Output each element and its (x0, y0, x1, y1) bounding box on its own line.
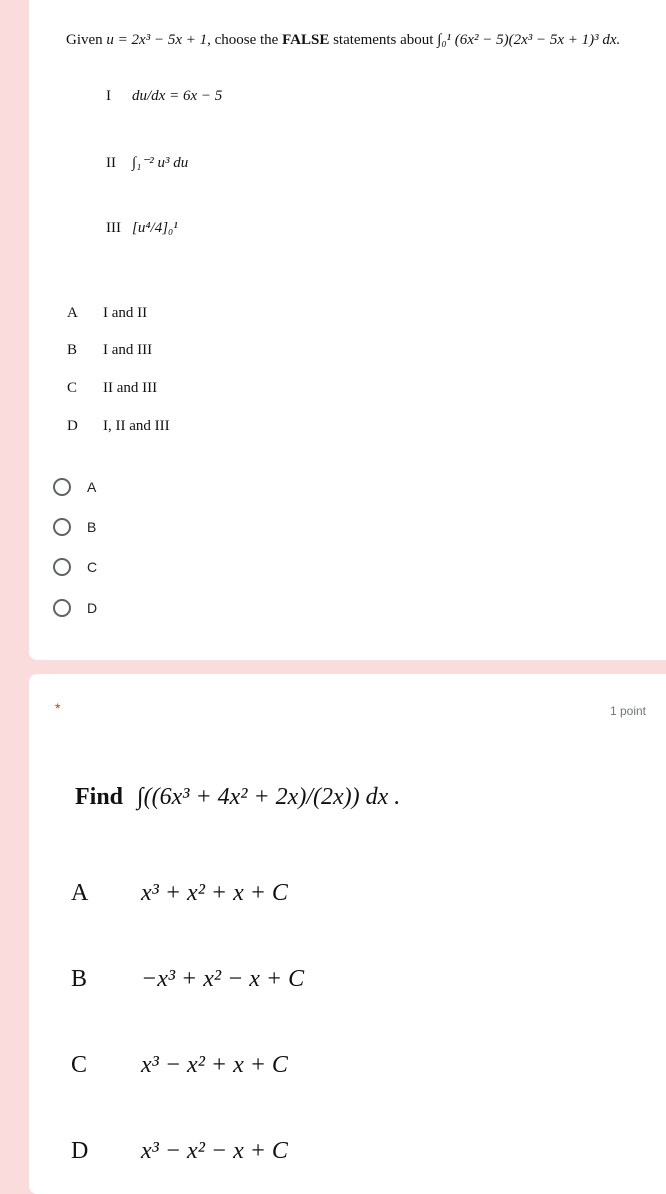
choice-text: x³ − x² + x + C (141, 1052, 288, 1078)
choice-letter: A (71, 880, 89, 906)
choice-text: x³ − x² − x + C (141, 1138, 288, 1164)
radio-label: A (87, 479, 97, 495)
choice-a: A I and II (67, 305, 147, 322)
choice-d: Dx³ − x² − x + C (71, 1138, 288, 1165)
choice-a: Ax³ + x² + x + C (71, 880, 288, 907)
prompt-bold: FALSE (282, 32, 330, 48)
choice-letter: C (71, 1052, 88, 1078)
points-label: 1 point (609, 704, 646, 718)
question-card-1: Given u = 2x³ − 5x + 1, choose the FALSE… (29, 0, 666, 660)
choice-d: D I, II and III (67, 418, 170, 435)
radio-label: C (87, 559, 98, 575)
choice-text: I and II (103, 305, 148, 321)
statement-text: [u⁴/4]₀¹ (132, 220, 178, 236)
radio-label: B (87, 519, 97, 535)
radio-circle-icon[interactable] (53, 518, 71, 536)
question-prompt: Given u = 2x³ − 5x + 1, choose the FALSE… (66, 32, 620, 49)
radio-option-d[interactable]: D (53, 599, 97, 617)
prompt-suffix: statements about (333, 32, 434, 48)
choice-b: B −x³ + x² − x + C (71, 966, 304, 993)
choice-text: II and III (103, 380, 158, 396)
required-asterisk: * (55, 700, 61, 716)
radio-circle-icon[interactable] (53, 558, 71, 576)
choice-text: −x³ + x² − x + C (141, 966, 305, 992)
prompt-mid: , choose the (207, 32, 279, 48)
choice-text: I and III (103, 342, 153, 358)
statement-label: III (106, 220, 121, 236)
statement-label: I (106, 88, 111, 104)
radio-option-b[interactable]: B (53, 518, 96, 536)
question-integral: ∫₀¹ (6x² − 5)(2x³ − 5x + 1)³ dx. (437, 32, 621, 48)
prompt-prefix: Given (66, 32, 103, 48)
choice-text: x³ + x² + x + C (141, 880, 288, 906)
choice-letter: D (71, 1138, 89, 1164)
radio-option-c[interactable]: C (53, 558, 97, 576)
choice-letter: D (67, 418, 78, 434)
choice-letter: A (67, 305, 78, 321)
question-integral: ∫((6x³ + 4x² + 2x)/(2x)) dx . (137, 784, 401, 810)
radio-label: D (87, 600, 98, 616)
radio-circle-icon[interactable] (53, 599, 71, 617)
choice-c: Cx³ − x² + x + C (71, 1052, 288, 1079)
statement-i: Idu/dx = 6x − 5 (106, 88, 222, 105)
choice-text: I, II and III (103, 418, 170, 434)
radio-option-a[interactable]: A (53, 478, 96, 496)
u-definition: u = 2x³ − 5x + 1 (106, 32, 208, 48)
statement-label: II (106, 155, 116, 171)
choice-letter: B (67, 342, 78, 358)
statement-text: ∫₁⁻² u³ du (132, 155, 189, 171)
statement-iii: III [u⁴/4]₀¹ (106, 220, 178, 237)
radio-circle-icon[interactable] (53, 478, 71, 496)
choice-b: B I and III (67, 342, 152, 359)
choice-letter: B (71, 966, 88, 992)
statement-text: du/dx = 6x − 5 (132, 88, 223, 104)
statement-ii: II ∫₁⁻² u³ du (106, 153, 188, 172)
prompt-find: Find (75, 784, 124, 810)
choice-letter: C (67, 380, 78, 396)
question-card-2: * 1 point Find ∫((6x³ + 4x² + 2x)/(2x)) … (29, 674, 666, 1194)
question-prompt: Find ∫((6x³ + 4x² + 2x)/(2x)) dx . (75, 784, 400, 811)
choice-c: C II and III (67, 380, 157, 397)
